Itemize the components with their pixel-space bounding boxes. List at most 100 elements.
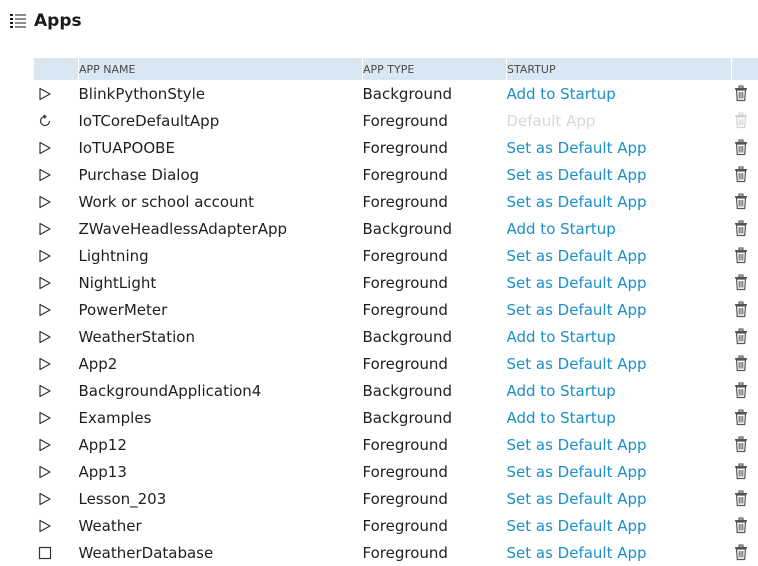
- refresh-icon[interactable]: [38, 114, 52, 128]
- startup-link[interactable]: Set as Default App: [507, 166, 647, 184]
- row-action-cell[interactable]: [34, 512, 79, 539]
- row-action-cell[interactable]: [34, 296, 79, 323]
- row-action-cell[interactable]: [34, 215, 79, 242]
- delete-icon[interactable]: [734, 193, 748, 210]
- delete-cell[interactable]: [732, 485, 758, 512]
- header-delete-column: [732, 58, 758, 80]
- startup-link[interactable]: Set as Default App: [507, 301, 647, 319]
- delete-cell[interactable]: [732, 323, 758, 350]
- row-action-cell[interactable]: [34, 323, 79, 350]
- delete-icon[interactable]: [734, 463, 748, 480]
- row-action-cell[interactable]: [34, 404, 79, 431]
- column-header-startup[interactable]: STARTUP: [507, 58, 732, 80]
- delete-cell[interactable]: [732, 215, 758, 242]
- startup-link[interactable]: Set as Default App: [507, 436, 647, 454]
- app-list-icon: [8, 11, 28, 31]
- startup-link[interactable]: Set as Default App: [507, 247, 647, 265]
- delete-cell[interactable]: [732, 80, 758, 107]
- startup-link[interactable]: Set as Default App: [507, 193, 647, 211]
- delete-icon[interactable]: [734, 544, 748, 561]
- row-action-cell[interactable]: [34, 377, 79, 404]
- stop-icon[interactable]: [38, 546, 52, 560]
- startup-link[interactable]: Set as Default App: [507, 355, 647, 373]
- play-icon[interactable]: [38, 141, 52, 155]
- play-icon[interactable]: [38, 87, 52, 101]
- table-row: WeatherForegroundSet as Default App: [34, 512, 758, 539]
- row-action-cell[interactable]: [34, 134, 79, 161]
- delete-cell[interactable]: [732, 539, 758, 566]
- play-icon[interactable]: [38, 438, 52, 452]
- row-action-cell[interactable]: [34, 431, 79, 458]
- play-icon[interactable]: [38, 465, 52, 479]
- play-icon[interactable]: [38, 330, 52, 344]
- startup-link[interactable]: Add to Startup: [507, 220, 616, 238]
- play-icon[interactable]: [38, 492, 52, 506]
- play-icon[interactable]: [38, 222, 52, 236]
- play-icon[interactable]: [38, 303, 52, 317]
- delete-icon[interactable]: [734, 166, 748, 183]
- row-action-cell[interactable]: [34, 242, 79, 269]
- app-name: Weather: [79, 512, 363, 539]
- row-action-cell[interactable]: [34, 107, 79, 134]
- startup-link[interactable]: Add to Startup: [507, 85, 616, 103]
- row-action-cell[interactable]: [34, 458, 79, 485]
- delete-icon[interactable]: [734, 517, 748, 534]
- table-row: WeatherStationBackgroundAdd to Startup: [34, 323, 758, 350]
- play-icon[interactable]: [38, 249, 52, 263]
- row-action-cell[interactable]: [34, 161, 79, 188]
- delete-icon[interactable]: [734, 490, 748, 507]
- startup-link[interactable]: Add to Startup: [507, 328, 616, 346]
- delete-cell[interactable]: [732, 404, 758, 431]
- startup-link[interactable]: Set as Default App: [507, 463, 647, 481]
- column-header-app-type[interactable]: APP TYPE: [363, 58, 507, 80]
- delete-cell[interactable]: [732, 350, 758, 377]
- delete-icon[interactable]: [734, 220, 748, 237]
- app-type: Background: [363, 377, 507, 404]
- play-icon[interactable]: [38, 411, 52, 425]
- play-icon[interactable]: [38, 276, 52, 290]
- column-header-app-name[interactable]: APP NAME: [79, 58, 363, 80]
- delete-cell[interactable]: [732, 134, 758, 161]
- app-type: Foreground: [363, 350, 507, 377]
- app-type: Foreground: [363, 134, 507, 161]
- delete-icon[interactable]: [734, 274, 748, 291]
- row-action-cell[interactable]: [34, 350, 79, 377]
- play-icon[interactable]: [38, 195, 52, 209]
- row-action-cell[interactable]: [34, 188, 79, 215]
- play-icon[interactable]: [38, 357, 52, 371]
- delete-icon[interactable]: [734, 139, 748, 156]
- delete-icon[interactable]: [734, 436, 748, 453]
- delete-cell[interactable]: [732, 269, 758, 296]
- delete-icon[interactable]: [734, 301, 748, 318]
- play-icon[interactable]: [38, 384, 52, 398]
- row-action-cell[interactable]: [34, 539, 79, 566]
- startup-link[interactable]: Set as Default App: [507, 139, 647, 157]
- delete-cell[interactable]: [732, 161, 758, 188]
- startup-link[interactable]: Set as Default App: [507, 544, 647, 562]
- startup-link[interactable]: Set as Default App: [507, 274, 647, 292]
- delete-cell[interactable]: [732, 242, 758, 269]
- play-icon[interactable]: [38, 168, 52, 182]
- delete-cell[interactable]: [732, 458, 758, 485]
- delete-icon[interactable]: [734, 247, 748, 264]
- delete-cell[interactable]: [732, 296, 758, 323]
- delete-icon[interactable]: [734, 355, 748, 372]
- delete-icon[interactable]: [734, 328, 748, 345]
- delete-cell[interactable]: [732, 377, 758, 404]
- delete-icon[interactable]: [734, 382, 748, 399]
- row-action-cell[interactable]: [34, 485, 79, 512]
- app-name: IoTUAPOOBE: [79, 134, 363, 161]
- startup-link[interactable]: Set as Default App: [507, 490, 647, 508]
- delete-icon[interactable]: [734, 409, 748, 426]
- row-action-cell[interactable]: [34, 80, 79, 107]
- delete-cell[interactable]: [732, 512, 758, 539]
- startup-link[interactable]: Set as Default App: [507, 517, 647, 535]
- play-icon[interactable]: [38, 519, 52, 533]
- startup-link[interactable]: Add to Startup: [507, 382, 616, 400]
- delete-cell[interactable]: [732, 188, 758, 215]
- delete-cell[interactable]: [732, 431, 758, 458]
- row-action-cell[interactable]: [34, 269, 79, 296]
- startup-link[interactable]: Add to Startup: [507, 409, 616, 427]
- delete-icon[interactable]: [734, 112, 748, 129]
- delete-icon[interactable]: [734, 85, 748, 102]
